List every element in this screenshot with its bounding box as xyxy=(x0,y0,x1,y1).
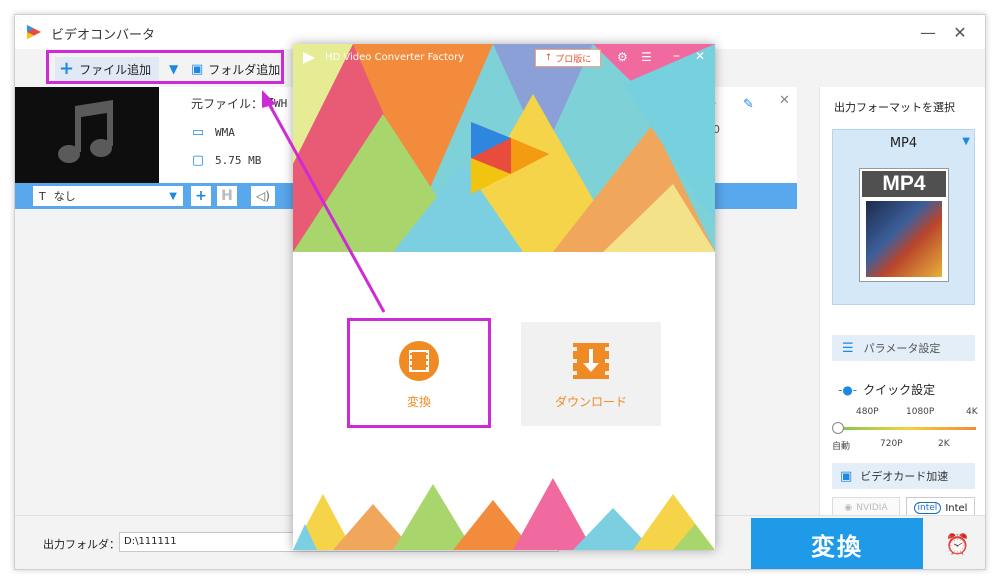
right-panel: 出力フォーマットを選択 MP4 ▼ MP4 ☰ パラメータ設定 -●- クイック… xyxy=(819,87,985,527)
slider-icon: -●- xyxy=(838,382,858,397)
text-icon: T xyxy=(39,189,46,203)
quality-label: 720P xyxy=(880,439,903,449)
minimize-icon[interactable]: – xyxy=(673,48,680,64)
sliders-icon: ☰ xyxy=(842,340,854,356)
arrow-up-icon: ↑ xyxy=(544,53,553,63)
output-format-selector[interactable]: MP4 ▼ MP4 xyxy=(832,129,975,305)
source-file-label: 元ファイル： xyxy=(191,97,264,111)
nvidia-logo-icon: ◉ xyxy=(844,503,853,513)
wonderfox-logo-icon: ✪ xyxy=(328,496,336,506)
hd-converter-window: HD Video Converter Factory ↑ プロ版に ⚙ ☰ – … xyxy=(293,44,715,550)
parameter-settings-button[interactable]: ☰ パラメータ設定 xyxy=(832,335,975,361)
wonderfox-brand: ✪ WonderFox Soft xyxy=(328,496,420,506)
edit-icon[interactable]: ✎ xyxy=(743,97,754,112)
folder-icon: ▢ xyxy=(191,153,205,168)
hardsub-icon[interactable]: H xyxy=(217,186,237,206)
quality-label: 2K xyxy=(938,439,950,449)
gear-icon[interactable]: ⚙ xyxy=(617,50,628,64)
banner-graphic xyxy=(293,44,715,252)
convert-button[interactable]: 変換 xyxy=(751,518,923,569)
quality-label: 自動 xyxy=(832,442,851,452)
app-logo-icon xyxy=(27,25,41,39)
source-file-name: 【WH xyxy=(263,97,288,110)
file-thumbnail xyxy=(15,87,159,183)
minimize-icon[interactable]: — xyxy=(917,23,939,42)
hd-logo-icon xyxy=(303,52,315,64)
close-icon[interactable]: ✕ xyxy=(949,23,971,42)
subtitle-value: なし xyxy=(53,190,76,203)
hd-title-bar: HD Video Converter Factory ↑ プロ版に ⚙ ☰ – … xyxy=(293,44,715,72)
output-format-name: MP4 xyxy=(889,136,918,151)
app-title: ビデオコンバータ xyxy=(51,28,156,43)
output-format-title: 出力フォーマットを選択 xyxy=(834,101,955,114)
menu-icon[interactable]: ☰ xyxy=(641,50,652,64)
quality-slider-track[interactable] xyxy=(838,427,976,430)
gpu-acceleration-label: ビデオカード加速 xyxy=(860,470,949,483)
quality-slider-handle[interactable] xyxy=(832,422,844,434)
remove-item-icon[interactable]: ✕ xyxy=(779,93,790,108)
chevron-down-icon: ▼ xyxy=(962,136,970,147)
quality-label: 480P xyxy=(856,407,879,417)
quality-label: 1080P xyxy=(906,407,935,417)
subtitle-select[interactable]: T なし ▼ xyxy=(33,186,183,206)
download-tile[interactable]: ダウンロード xyxy=(521,322,661,426)
film-strip-image xyxy=(866,201,942,277)
hd-window-title: HD Video Converter Factory xyxy=(325,52,465,63)
file-size-row: ▢ 5.75 MB xyxy=(191,153,262,168)
volume-icon[interactable]: ◁) xyxy=(251,186,275,206)
format-box-label: MP4 xyxy=(862,171,946,197)
close-icon[interactable]: ✕ xyxy=(695,49,705,63)
download-tile-label: ダウンロード xyxy=(554,394,627,409)
chevron-down-icon: ▼ xyxy=(169,190,177,202)
footer-graphic xyxy=(293,464,715,550)
add-subtitle-button[interactable]: + xyxy=(191,186,211,206)
music-note-icon xyxy=(58,100,113,163)
file-format: WMA xyxy=(215,126,235,139)
window-controls: — ✕ xyxy=(917,23,971,42)
convert-tile-highlight xyxy=(347,318,491,428)
file-size: 5.75 MB xyxy=(215,154,262,167)
quick-settings-label: -●- クイック設定 xyxy=(838,381,935,398)
nvidia-label: NVIDIA xyxy=(856,503,888,513)
alarm-clock-icon[interactable]: ⏰ xyxy=(945,532,970,556)
wonderfox-brand-label: WonderFox Soft xyxy=(338,496,420,506)
pro-upgrade-button[interactable]: ↑ プロ版に xyxy=(535,49,601,67)
file-format-row: ▭ WMA xyxy=(191,125,235,140)
file-icon: ▭ xyxy=(191,125,205,140)
quick-settings-text: クイック設定 xyxy=(863,383,936,397)
intel-logo-icon: intel xyxy=(913,502,942,514)
gpu-acceleration-button[interactable]: ▣ ビデオカード加速 xyxy=(832,463,975,489)
mp4-format-icon: MP4 xyxy=(859,168,949,282)
intel-label: Intel xyxy=(945,502,968,514)
pro-upgrade-label: プロ版に xyxy=(555,54,592,65)
chip-icon: ▣ xyxy=(840,468,853,484)
parameter-settings-label: パラメータ設定 xyxy=(863,342,941,355)
quality-label: 4K xyxy=(966,407,978,417)
toolbar-highlight xyxy=(46,50,284,84)
output-folder-label: 出力フォルダ： xyxy=(43,538,120,551)
download-icon xyxy=(573,342,609,379)
